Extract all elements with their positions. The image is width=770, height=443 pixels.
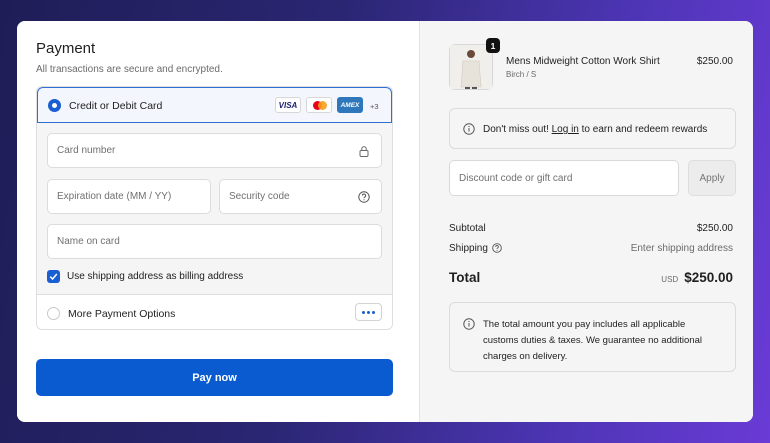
product-thumbnail: 1 xyxy=(449,38,500,90)
currency-code: USD xyxy=(661,275,679,284)
security-code-input[interactable] xyxy=(220,180,381,213)
order-summary: 1 Mens Midweight Cotton Work Shirt Birch… xyxy=(420,21,753,422)
lock-icon xyxy=(359,146,369,157)
product-variant: Birch / S xyxy=(506,70,537,79)
billing-checkbox-label[interactable]: Use shipping address as billing address xyxy=(67,271,243,282)
total-value: $250.00 xyxy=(684,270,733,285)
product-image-icon xyxy=(450,45,492,89)
payment-methods: Credit or Debit Card VISA AMEX +3 Card n… xyxy=(36,86,393,330)
help-circle-icon[interactable] xyxy=(358,191,370,203)
more-payment-option[interactable]: More Payment Options xyxy=(37,294,392,329)
total-label: Total xyxy=(449,270,481,285)
shipping-label: Shipping xyxy=(449,243,488,254)
payment-title: Payment xyxy=(36,40,96,57)
rewards-text: Don't miss out! Log in to earn and redee… xyxy=(483,124,708,135)
credit-card-option[interactable]: Credit or Debit Card VISA AMEX +3 xyxy=(37,87,392,123)
help-circle-icon[interactable] xyxy=(492,243,502,253)
duties-note: The total amount you pay includes all ap… xyxy=(449,302,736,372)
more-options-icon[interactable] xyxy=(355,303,382,321)
subtotal-label: Subtotal xyxy=(449,223,486,234)
billing-checkbox[interactable] xyxy=(47,270,60,283)
shipping-value: Enter shipping address xyxy=(630,243,733,254)
quantity-badge: 1 xyxy=(486,38,500,53)
shipping-row: Shipping xyxy=(449,243,502,254)
more-payment-label: More Payment Options xyxy=(68,308,176,320)
duties-text: The total amount you pay includes all ap… xyxy=(483,319,702,362)
login-link[interactable]: Log in xyxy=(552,124,579,135)
apply-button[interactable]: Apply xyxy=(688,160,736,196)
checkout-card: Payment All transactions are secure and … xyxy=(17,21,753,422)
info-icon xyxy=(463,123,475,135)
amex-logo-icon: AMEX xyxy=(337,97,363,113)
name-on-card-input[interactable] xyxy=(48,225,381,258)
name-on-card-field[interactable] xyxy=(47,224,382,259)
product-name: Mens Midweight Cotton Work Shirt xyxy=(506,56,660,67)
mastercard-logo-icon xyxy=(306,97,332,113)
total-amount: USD $250.00 xyxy=(661,270,733,285)
pay-now-button[interactable]: Pay now xyxy=(36,359,393,396)
more-brands-count: +3 xyxy=(370,102,379,111)
discount-input[interactable] xyxy=(450,161,678,195)
subtotal-value: $250.00 xyxy=(696,223,733,234)
rewards-banner: Don't miss out! Log in to earn and redee… xyxy=(449,108,736,149)
visa-logo-icon: VISA xyxy=(275,97,301,113)
card-number-field[interactable] xyxy=(47,133,382,168)
card-number-input[interactable] xyxy=(48,134,381,167)
security-code-field[interactable] xyxy=(219,179,382,214)
checkmark-icon xyxy=(49,273,58,281)
expiration-field[interactable] xyxy=(47,179,211,214)
more-payment-radio[interactable] xyxy=(47,307,60,320)
payment-section: Payment All transactions are secure and … xyxy=(17,21,420,422)
discount-field[interactable] xyxy=(449,160,679,196)
credit-card-radio[interactable] xyxy=(48,99,61,112)
credit-card-label: Credit or Debit Card xyxy=(69,100,163,112)
product-price: $250.00 xyxy=(696,56,733,67)
expiration-input[interactable] xyxy=(48,180,210,213)
info-icon xyxy=(463,318,475,330)
payment-subtitle: All transactions are secure and encrypte… xyxy=(36,64,223,75)
